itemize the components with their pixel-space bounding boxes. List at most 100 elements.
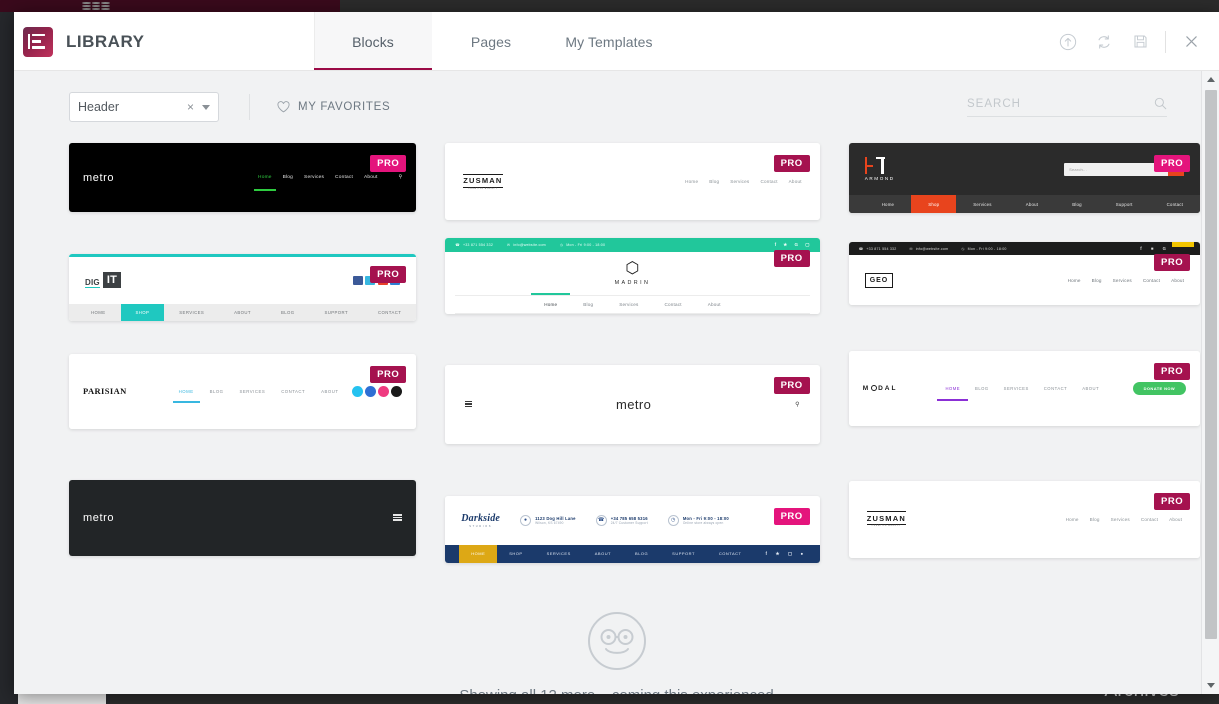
template-logo-subtitle: STUDIOS bbox=[469, 524, 493, 528]
nav-item: ABOUT bbox=[321, 388, 339, 394]
scroll-down-icon[interactable] bbox=[1202, 677, 1219, 694]
heart-icon bbox=[277, 101, 290, 113]
template-card-zusman-1[interactable]: PRO ZUSMAN CREATIVE AGENCY Home Blog Ser… bbox=[445, 143, 820, 220]
template-nav: Home Blog Services Contact About ⚲ bbox=[254, 175, 402, 191]
template-logo-text: metro bbox=[616, 396, 652, 412]
circle-icon bbox=[871, 385, 878, 391]
template-logo-text: Darkside bbox=[461, 512, 501, 524]
nav-item: About bbox=[1169, 516, 1183, 522]
pro-badge: PRO bbox=[773, 250, 810, 267]
nav-item: Blog bbox=[1091, 277, 1102, 283]
template-logo-text: GEO bbox=[864, 272, 894, 288]
nav-item: Contact bbox=[664, 302, 682, 307]
close-icon[interactable] bbox=[1173, 24, 1209, 60]
template-preview: Darkside STUDIOS ● 1123 Dog Hill Lane Wil… bbox=[445, 495, 820, 563]
template-preview: M DAL HOME BLOG SERVICES CONTACT ABOUT D… bbox=[848, 350, 1201, 426]
topbar-hours-text: Mon - Fri 9:00 - 18:00 bbox=[967, 246, 1007, 251]
template-logo-subtitle: CREATIVE AGENCY bbox=[468, 187, 498, 190]
backdrop-top-strip bbox=[0, 0, 340, 12]
facebook-icon bbox=[352, 275, 363, 285]
twitter-icon: ★ bbox=[775, 550, 780, 556]
template-logo: ARMOND bbox=[864, 157, 895, 181]
header-divider bbox=[1165, 30, 1166, 53]
scroll-thumb[interactable] bbox=[1205, 90, 1217, 639]
topbar-phone: ☎ +33 871 554 332 bbox=[455, 243, 494, 247]
nav-item: Blog bbox=[1089, 516, 1100, 522]
nav-item: SERVICES bbox=[1003, 385, 1029, 391]
nav-item: HOME bbox=[459, 544, 498, 563]
template-logo: ZUSMAN CREATIVE AGENCY bbox=[866, 511, 906, 527]
template-nav: HOME SHOP SERVICES ABOUT BLOG SUPPORT CO… bbox=[445, 544, 820, 563]
template-nav: Home Blog Services Contact About bbox=[685, 179, 802, 184]
template-card-madrin[interactable]: PRO ☎ +33 871 554 332 ✉ info@website.com ◷… bbox=[445, 238, 820, 314]
template-card-metro-dark[interactable]: PRO metro Home Blog Services Contact Abo… bbox=[69, 143, 417, 212]
nav-item: Blog bbox=[583, 302, 594, 307]
nav-item: HOME bbox=[91, 309, 106, 315]
topbar-mail-text: info@website.com bbox=[915, 246, 949, 251]
upload-icon[interactable] bbox=[1050, 24, 1086, 60]
template-preview: ARMOND Search... ⚲ Home Shop Services Ab… bbox=[848, 143, 1201, 213]
template-nav: Home Blog Services Contact About bbox=[455, 293, 810, 314]
nav-item: HOME bbox=[937, 385, 968, 401]
template-card-darkside[interactable]: PRO Darkside STUDIOS ● 1123 Dog Hill Lan… bbox=[445, 495, 820, 563]
template-card-geo[interactable]: PRO ☎ +33 871 554 332 ✉ info@website.com ◷… bbox=[848, 242, 1201, 305]
template-card-parisian[interactable]: PRO PARISIAN HOME BLOG SERVICES CONTACT … bbox=[69, 353, 417, 429]
template-card-metro-dark-burger[interactable]: metro bbox=[69, 479, 417, 556]
grid-cell: PRO metro Home Blog Services Contact Abo… bbox=[69, 143, 417, 220]
nav-item: BLOG bbox=[975, 385, 989, 391]
info-sub: Online store always open bbox=[682, 520, 724, 525]
topbar-hours-text: Mon - Fri 9:00 - 18:00 bbox=[566, 243, 606, 247]
template-library-modal: LIBRARY Blocks Pages My Templates Header… bbox=[14, 12, 1219, 694]
scrollbar[interactable] bbox=[1201, 71, 1219, 694]
scroll-up-icon[interactable] bbox=[1202, 71, 1219, 88]
tab-blocks[interactable]: Blocks bbox=[314, 12, 432, 71]
tab-pages-label: Pages bbox=[470, 33, 512, 50]
template-topbar: ☎ +33 871 554 332 ✉ info@website.com ◷ Mon … bbox=[445, 238, 820, 252]
sync-icon[interactable] bbox=[1086, 24, 1122, 60]
save-icon[interactable] bbox=[1122, 24, 1158, 60]
nav-item: Blog bbox=[709, 179, 720, 184]
tab-pages[interactable]: Pages bbox=[432, 12, 550, 71]
instagram-icon: ▢ bbox=[805, 242, 810, 247]
template-logo: ZUSMAN CREATIVE AGENCY bbox=[463, 173, 503, 190]
nav-item: Home bbox=[1067, 277, 1081, 283]
nav-item: Services bbox=[1110, 516, 1130, 522]
template-logo-text: ARMOND bbox=[864, 176, 895, 181]
tab-my-templates-label: My Templates bbox=[565, 33, 653, 50]
elementor-logo-icon bbox=[23, 26, 53, 57]
facebook-icon: f bbox=[1140, 246, 1142, 251]
tab-my-templates[interactable]: My Templates bbox=[550, 12, 668, 71]
template-card-armond[interactable]: PRO ARMOND Search... ⚲ Home bbox=[848, 143, 1201, 213]
search-input[interactable] bbox=[967, 97, 1154, 110]
pro-badge: PRO bbox=[773, 155, 810, 172]
template-card-digit[interactable]: PRO DIG IT HOME SHOP SERVICES ABOUT BLOG… bbox=[69, 254, 417, 321]
phone-icon: ☎ bbox=[595, 514, 607, 526]
search-icon[interactable] bbox=[1154, 97, 1167, 110]
template-card-metro-light[interactable]: PRO metro ⚲ bbox=[445, 364, 820, 444]
template-nav: HOME BLOG SERVICES CONTACT ABOUT bbox=[172, 388, 339, 403]
grid-dots-icon bbox=[78, 0, 114, 12]
template-card-modal[interactable]: PRO M DAL HOME BLOG SERVICES CONTACT ABO… bbox=[848, 350, 1201, 426]
accent-block bbox=[1172, 242, 1195, 247]
nav-item: Home bbox=[1065, 516, 1079, 522]
grid-cell: PRO ZUSMAN CREATIVE AGENCY Home Blog Ser… bbox=[848, 444, 1201, 563]
armond-logo-icon bbox=[864, 157, 885, 174]
category-select[interactable]: Header × bbox=[69, 92, 219, 122]
nav-item: SUPPORT bbox=[324, 309, 348, 315]
search-box bbox=[967, 97, 1167, 117]
template-card-zusman-2[interactable]: PRO ZUSMAN CREATIVE AGENCY Home Blog Ser… bbox=[848, 480, 1201, 558]
pro-badge: PRO bbox=[1154, 254, 1191, 271]
chevron-down-icon[interactable] bbox=[202, 104, 210, 110]
nav-item: CONTACT bbox=[1043, 385, 1068, 391]
nav-item: Contact bbox=[1140, 516, 1159, 522]
template-logo-text: ZUSMAN bbox=[463, 173, 503, 188]
my-favorites-button[interactable]: MY FAVORITES bbox=[277, 101, 390, 113]
nav-item: About bbox=[1171, 277, 1185, 283]
template-logo-text: metro bbox=[83, 511, 115, 524]
nav-item: Services bbox=[973, 201, 992, 207]
template-logo-text: MADRIN bbox=[614, 280, 651, 286]
template-preview: metro Home Blog Services Contact About ⚲ bbox=[69, 143, 417, 212]
hamburger-icon bbox=[393, 514, 403, 521]
clear-category-icon[interactable]: × bbox=[187, 100, 194, 114]
template-preview: ZUSMAN CREATIVE AGENCY Home Blog Service… bbox=[848, 480, 1201, 558]
